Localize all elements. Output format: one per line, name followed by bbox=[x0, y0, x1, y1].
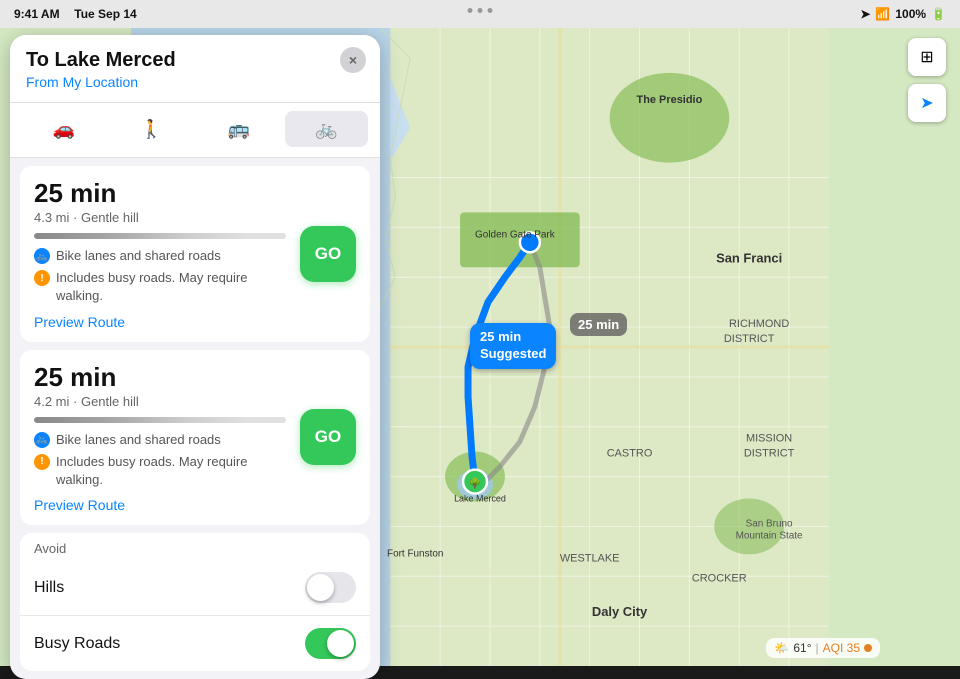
avoid-hills-label: Hills bbox=[34, 579, 64, 597]
svg-text:RICHMOND: RICHMOND bbox=[729, 318, 789, 330]
route1-bike-dot: 🚲 bbox=[34, 248, 50, 264]
map-layers-button[interactable]: ⊞ bbox=[908, 38, 946, 76]
destination-title: To Lake Merced bbox=[26, 49, 364, 72]
route1-warning-text: Includes busy roads. May require walking… bbox=[56, 269, 286, 305]
route1-bike-text: Bike lanes and shared roads bbox=[56, 247, 221, 265]
svg-text:Lake Merced: Lake Merced bbox=[454, 494, 506, 504]
svg-text:Fort Funston: Fort Funston bbox=[387, 548, 443, 559]
route2-warning-dot: ! bbox=[34, 454, 50, 470]
transport-mode-tabs: 🚗 🚶 🚌 🚲 bbox=[10, 103, 380, 158]
wifi-icon: 📶 bbox=[875, 7, 890, 21]
transit-tab[interactable]: 🚌 bbox=[197, 111, 281, 147]
layers-icon: ⊞ bbox=[920, 47, 933, 67]
svg-text:San Bruno: San Bruno bbox=[746, 518, 793, 529]
route2-preview-link[interactable]: Preview Route bbox=[34, 497, 356, 513]
svg-text:DISTRICT: DISTRICT bbox=[744, 448, 795, 460]
avoid-busy-roads-label: Busy Roads bbox=[34, 635, 120, 653]
route1-warning-dot: ! bbox=[34, 270, 50, 286]
location-icon: ➤ bbox=[860, 7, 870, 21]
route-bubble-suggested: 25 min Suggested bbox=[470, 323, 556, 369]
navigation-panel: To Lake Merced From My Location × 🚗 🚶 🚌 … bbox=[10, 35, 380, 679]
svg-text:Mountain State: Mountain State bbox=[736, 530, 803, 541]
svg-text:MISSION: MISSION bbox=[746, 433, 792, 445]
svg-text:Golden Gate Park: Golden Gate Park bbox=[475, 229, 555, 240]
route-bubble-alt: 25 min bbox=[570, 313, 627, 336]
avoid-section: Avoid Hills Busy Roads bbox=[20, 533, 370, 671]
status-date: Tue Sep 14 bbox=[74, 7, 136, 21]
busy-roads-toggle[interactable] bbox=[305, 628, 356, 659]
svg-text:CROCKER: CROCKER bbox=[692, 572, 747, 584]
dot-1 bbox=[468, 8, 473, 13]
three-dot-indicator bbox=[448, 0, 513, 21]
route-card-2: 25 min 4.2 mi · Gentle hill 🚲 Bike lanes… bbox=[20, 350, 370, 526]
close-button[interactable]: × bbox=[340, 47, 366, 73]
avoid-busy-roads-row: Busy Roads bbox=[20, 616, 370, 671]
route2-warning: ! Includes busy roads. May require walki… bbox=[34, 453, 286, 489]
location-button[interactable]: ➤ bbox=[908, 84, 946, 122]
route2-time: 25 min bbox=[34, 362, 286, 393]
route2-go-button[interactable]: GO bbox=[300, 409, 356, 465]
dot-3 bbox=[488, 8, 493, 13]
svg-text:Daly City: Daly City bbox=[592, 604, 648, 619]
status-time: 9:41 AM bbox=[14, 7, 60, 21]
walk-tab[interactable]: 🚶 bbox=[110, 111, 194, 147]
dot-2 bbox=[478, 8, 483, 13]
hills-toggle[interactable] bbox=[305, 572, 356, 603]
battery-label: 100% bbox=[895, 7, 926, 21]
route1-bike-info: 🚲 Bike lanes and shared roads bbox=[34, 247, 286, 265]
weather-icon: 🌤️ bbox=[774, 641, 789, 655]
avoid-hills-row: Hills bbox=[20, 560, 370, 616]
panel-header: To Lake Merced From My Location × bbox=[10, 35, 380, 103]
weather-badge: 🌤️ 61° | AQI 35 bbox=[766, 638, 880, 658]
route1-go-button[interactable]: GO bbox=[300, 226, 356, 282]
route2-bike-dot: 🚲 bbox=[34, 432, 50, 448]
svg-text:CASTRO: CASTRO bbox=[607, 448, 653, 460]
route1-warning: ! Includes busy roads. May require walki… bbox=[34, 269, 286, 305]
svg-text:DISTRICT: DISTRICT bbox=[724, 333, 775, 345]
route2-bike-info: 🚲 Bike lanes and shared roads bbox=[34, 431, 286, 449]
status-time-date: 9:41 AM Tue Sep 14 bbox=[14, 7, 137, 21]
route-bubble-label: Suggested bbox=[480, 346, 546, 363]
avoid-title: Avoid bbox=[20, 533, 370, 560]
status-icons: ➤ 📶 100% 🔋 bbox=[860, 7, 946, 21]
aqi-label: AQI 35 bbox=[823, 641, 860, 655]
route-bubble-time: 25 min bbox=[480, 329, 546, 346]
drive-tab[interactable]: 🚗 bbox=[22, 111, 106, 147]
route2-bike-text: Bike lanes and shared roads bbox=[56, 431, 221, 449]
battery-icon: 🔋 bbox=[931, 7, 946, 21]
origin-subtitle: From My Location bbox=[26, 74, 364, 90]
route2-details: 4.2 mi · Gentle hill bbox=[34, 394, 286, 409]
hills-toggle-knob bbox=[307, 574, 334, 601]
aqi-dot bbox=[864, 644, 872, 652]
route2-warning-text: Includes busy roads. May require walking… bbox=[56, 453, 286, 489]
route1-details: 4.3 mi · Gentle hill bbox=[34, 210, 286, 225]
status-bar: 9:41 AM Tue Sep 14 ➤ 📶 100% 🔋 bbox=[0, 0, 960, 28]
svg-text:The Presidio: The Presidio bbox=[637, 94, 703, 106]
route-card-1: 25 min 4.3 mi · Gentle hill 🚲 Bike lanes… bbox=[20, 166, 370, 342]
route1-time: 25 min bbox=[34, 178, 286, 209]
navigate-icon: ➤ bbox=[920, 93, 933, 113]
svg-text:WESTLAKE: WESTLAKE bbox=[560, 552, 620, 564]
svg-text:🌳: 🌳 bbox=[469, 477, 481, 490]
bike-tab[interactable]: 🚲 bbox=[285, 111, 369, 147]
origin-location[interactable]: My Location bbox=[63, 74, 138, 90]
weather-temp: 61° bbox=[793, 641, 811, 655]
route-alt-time: 25 min bbox=[578, 317, 619, 332]
route2-progress bbox=[34, 417, 286, 423]
svg-text:San Franci: San Franci bbox=[716, 250, 782, 265]
route1-preview-link[interactable]: Preview Route bbox=[34, 314, 356, 330]
route1-progress bbox=[34, 233, 286, 239]
busy-roads-toggle-knob bbox=[327, 630, 354, 657]
